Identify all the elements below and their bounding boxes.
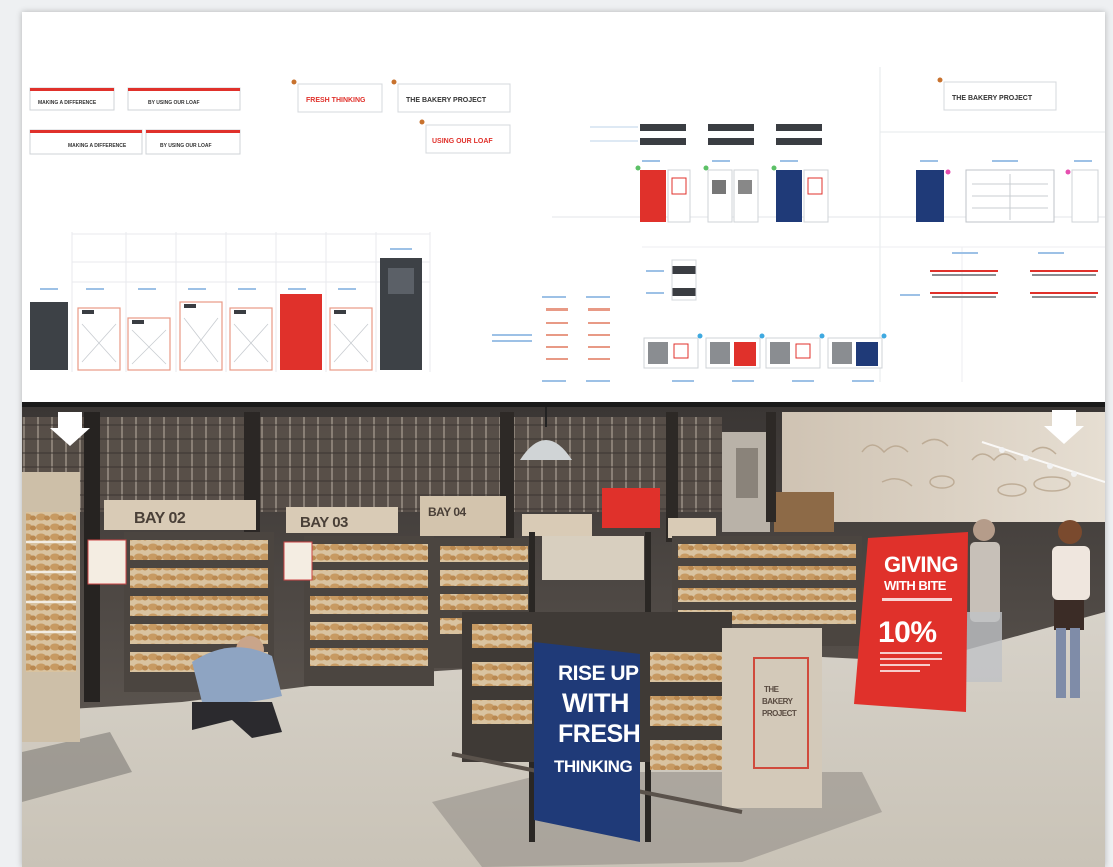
bay-elevation [30,232,431,372]
header-sign: BY USING OUR LOAF [127,87,241,111]
bread-rack [283,536,434,686]
label-tags [640,124,822,145]
header-sign: MAKING A DIFFERENCE [29,87,115,111]
giving-percent: 10% [878,616,937,649]
rise-up-line-3: FRESH [558,720,640,748]
rise-up-line-2: WITH [562,688,629,718]
bay-header-02: BAY 02 [104,500,256,530]
bay-02-label: BAY 02 [134,510,186,527]
bay-03-label: BAY 03 [300,514,348,531]
rise-up-poster: RISE UP WITH FRESH THINKING [534,642,641,842]
signage-blueprint: MAKING A DIFFERENCE BY USING OUR LOAF MA… [29,67,1105,382]
gondola-elevations [635,165,1099,223]
store-photo: BAY 02 BAY 03 BAY 04 THE BAKERY PROJECT … [22,405,1105,867]
using-our-loaf-sign: USING OUR LOAF [425,124,511,154]
fresh-thinking-text: FRESH THINKING [306,97,366,104]
header-sign: BY USING OUR LOAF [145,129,241,155]
panel-line-3: PROJECT [762,709,797,718]
bay-04-label: BAY 04 [428,505,467,519]
bay-header-03: BAY 03 [286,507,398,533]
rise-up-line-4: THINKING [554,757,632,776]
rise-up-line-1: RISE UP [558,662,639,685]
using-our-loaf-text: USING OUR LOAF [432,138,493,145]
header-sign-text: MAKING A DIFFERENCE [38,100,97,106]
shelf-schedule [546,308,610,360]
giving-line-2: WITH BITE [884,578,947,593]
header-sign: MAKING A DIFFERENCE [29,129,143,155]
fresh-thinking-sign: FRESH THINKING [297,83,383,113]
giving-poster: GIVING WITH BITE 10% [854,532,968,712]
bay-header-04: BAY 04 [420,496,506,536]
panel-line-2: BAKERY [762,697,794,706]
bakery-project-text: THE BAKERY PROJECT [952,95,1033,102]
header-sign-text: MAKING A DIFFERENCE [68,143,127,149]
section-divider [22,402,1105,407]
header-sign-text: BY USING OUR LOAF [148,100,200,106]
bakery-project-sign: THE BAKERY PROJECT [397,83,511,113]
plan-units [643,259,1098,369]
giving-line-1: GIVING [884,552,958,577]
panel-line-1: THE [764,685,780,694]
header-sign-text: BY USING OUR LOAF [160,143,212,149]
bakery-project-text: THE BAKERY PROJECT [406,97,487,104]
bakery-project-sign: THE BAKERY PROJECT [943,81,1057,111]
red-hanging-sign [602,488,660,528]
design-board: MAKING A DIFFERENCE BY USING OUR LOAF MA… [22,12,1105,867]
